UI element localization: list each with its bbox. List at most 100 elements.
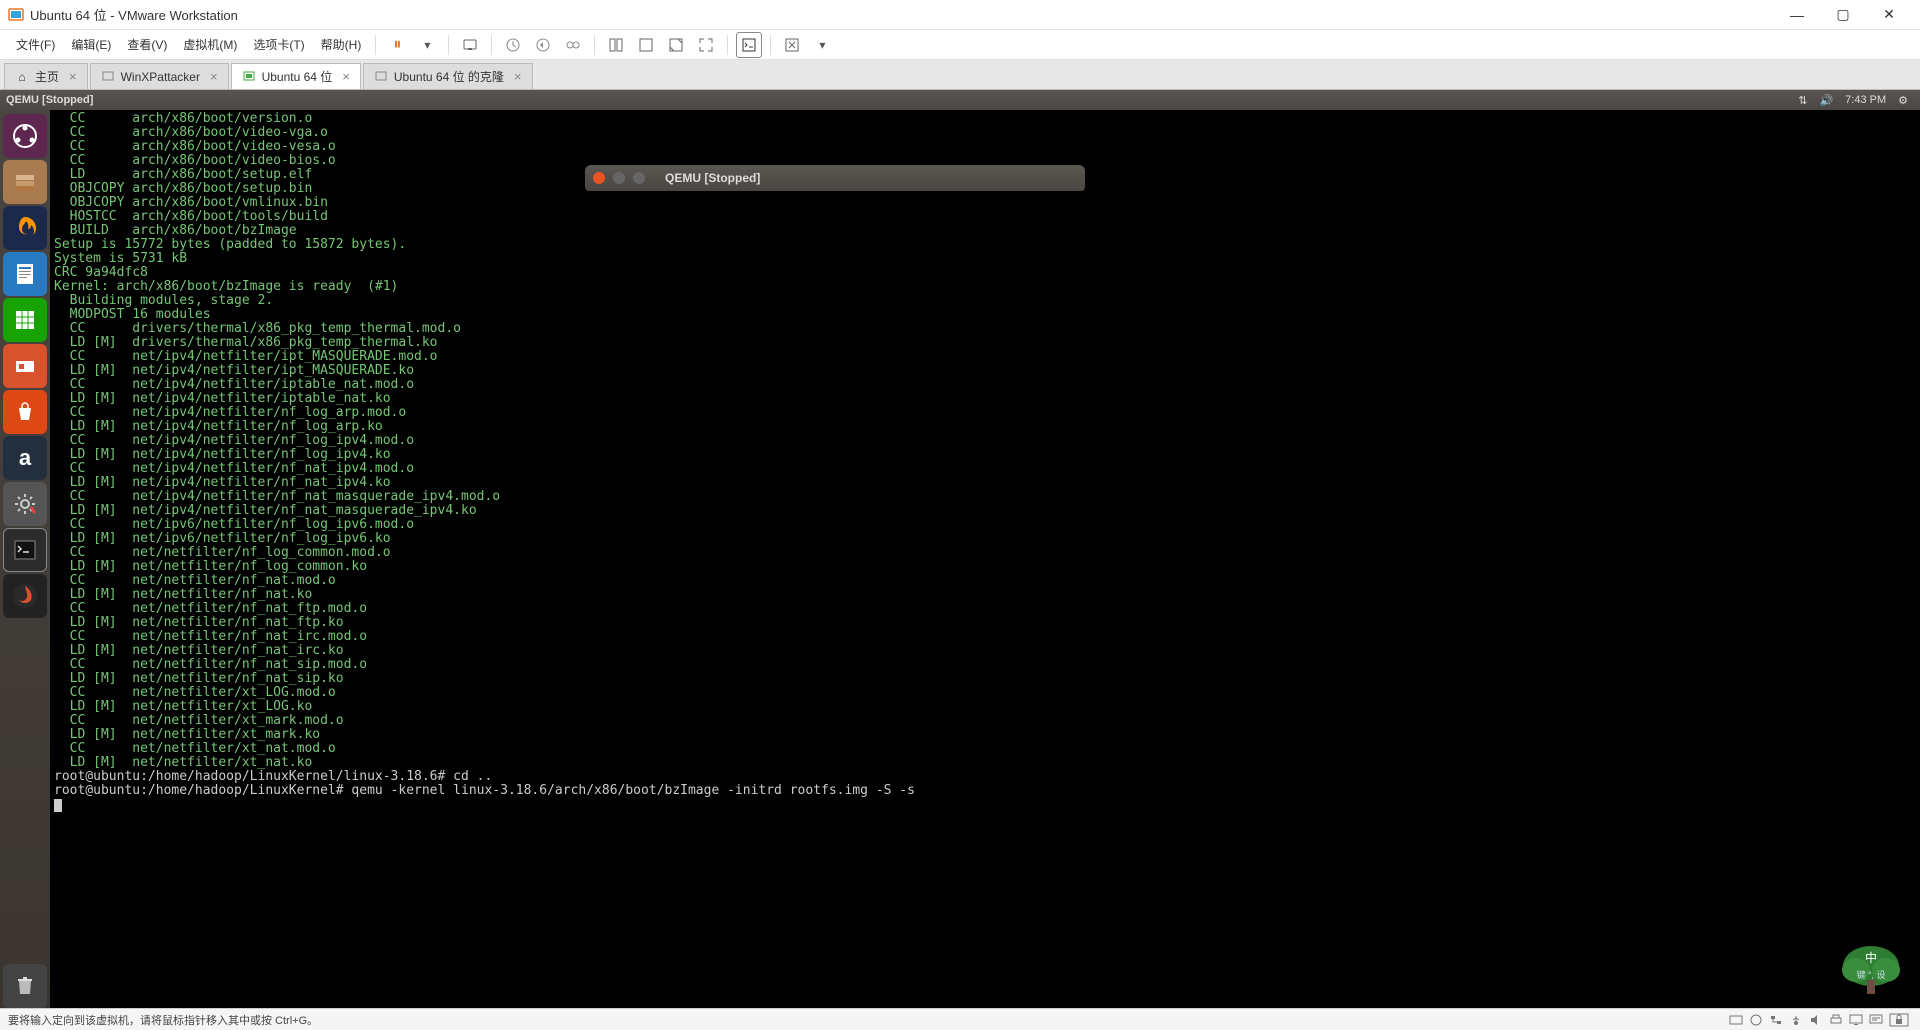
separator	[727, 35, 728, 55]
amazon-button[interactable]: a	[3, 436, 47, 480]
vm-icon	[101, 70, 115, 84]
terminal-line: CC drivers/thermal/x86_pkg_temp_thermal.…	[54, 322, 1916, 336]
terminal-line: LD [M] net/ipv4/netfilter/nf_nat_ipv4.ko	[54, 476, 1916, 490]
terminal-line: HOSTCC arch/x86/boot/tools/build	[54, 210, 1916, 224]
guest-display[interactable]: a CC arch/x86/boot/version.o CC arch/x86…	[0, 110, 1920, 1008]
fullscreen-button[interactable]	[779, 32, 805, 58]
view-unity-button[interactable]	[663, 32, 689, 58]
terminal-line: CC net/netfilter/xt_nat.mod.o	[54, 742, 1916, 756]
terminal-line: LD [M] net/netfilter/nf_log_common.ko	[54, 560, 1916, 574]
terminal-line: System is 5731 kB	[54, 252, 1916, 266]
view-fullscreen-exit-button[interactable]	[693, 32, 719, 58]
minimize-button[interactable]: ―	[1774, 0, 1820, 30]
snapshot-revert-button[interactable]	[530, 32, 556, 58]
terminal-output[interactable]: CC arch/x86/boot/version.o CC arch/x86/b…	[50, 110, 1920, 1008]
maximize-button[interactable]: ▢	[1820, 0, 1866, 30]
status-message: 要将输入定向到该虚拟机，请将鼠标指针移入其中或按 Ctrl+G。	[8, 1012, 1726, 1028]
window-minimize-icon[interactable]	[613, 172, 625, 184]
terminal-line: LD [M] net/ipv4/netfilter/iptable_nat.ko	[54, 392, 1916, 406]
pause-icon: ⏸	[393, 36, 401, 54]
terminal-line: BUILD arch/x86/boot/bzImage	[54, 224, 1916, 238]
terminal-line: LD [M] net/netfilter/nf_nat.ko	[54, 588, 1916, 602]
files-button[interactable]	[3, 160, 47, 204]
power-dropdown[interactable]: ▾	[414, 32, 440, 58]
impress-button[interactable]	[3, 344, 47, 388]
menu-help[interactable]: 帮助(H)	[313, 32, 370, 57]
clock[interactable]: 7:43 PM	[1845, 94, 1886, 106]
network-icon[interactable]: ⇅	[1798, 94, 1807, 107]
device-sound-icon[interactable]	[1807, 1012, 1825, 1028]
device-display-icon[interactable]	[1847, 1012, 1865, 1028]
tab-label: Ubuntu 64 位 的克隆	[394, 68, 504, 85]
menu-file[interactable]: 文件(F)	[8, 32, 63, 57]
window-close-icon[interactable]	[593, 172, 605, 184]
app-icon-generic[interactable]	[3, 574, 47, 618]
close-icon[interactable]: ×	[342, 69, 350, 84]
tab-ubuntu64[interactable]: Ubuntu 64 位 ×	[231, 63, 361, 89]
terminal-line: CC net/ipv4/netfilter/nf_log_arp.mod.o	[54, 406, 1916, 420]
active-window-title: QEMU [Stopped]	[6, 94, 1792, 106]
menu-vm[interactable]: 虚拟机(M)	[175, 32, 245, 57]
dash-button[interactable]	[3, 114, 47, 158]
console-view-button[interactable]	[736, 32, 762, 58]
writer-button[interactable]	[3, 252, 47, 296]
device-harddisk-icon[interactable]	[1727, 1012, 1745, 1028]
unity-launcher: a	[0, 110, 50, 1008]
tab-label: Ubuntu 64 位	[262, 68, 333, 85]
device-printer-icon[interactable]	[1827, 1012, 1845, 1028]
snapshot-button[interactable]	[500, 32, 526, 58]
terminal-line: MODPOST 16 modules	[54, 308, 1916, 322]
encryption-icon[interactable]	[1887, 1012, 1911, 1028]
menu-view[interactable]: 查看(V)	[119, 32, 175, 57]
window-maximize-icon[interactable]	[633, 172, 645, 184]
tab-winxp[interactable]: WinXPattacker ×	[90, 63, 229, 89]
device-cd-icon[interactable]	[1747, 1012, 1765, 1028]
terminal-line: CC net/netfilter/nf_nat.mod.o	[54, 574, 1916, 588]
terminal-line: CC arch/x86/boot/version.o	[54, 112, 1916, 126]
close-button[interactable]: ✕	[1866, 0, 1912, 30]
separator	[375, 35, 376, 55]
vm-icon	[374, 70, 388, 84]
terminal-line: CC net/netfilter/nf_nat_ftp.mod.o	[54, 602, 1916, 616]
terminal-line: LD [M] net/netfilter/nf_nat_irc.ko	[54, 644, 1916, 658]
device-network-icon[interactable]	[1767, 1012, 1785, 1028]
tab-label: 主页	[35, 68, 59, 85]
gear-icon[interactable]: ⚙	[1898, 94, 1908, 107]
snapshot-manager-button[interactable]	[560, 32, 586, 58]
view-single-button[interactable]	[603, 32, 629, 58]
fullscreen-dropdown[interactable]: ▾	[809, 32, 835, 58]
calc-button[interactable]	[3, 298, 47, 342]
terminal-button[interactable]	[3, 528, 47, 572]
message-log-icon[interactable]	[1867, 1012, 1885, 1028]
vm-running-icon	[242, 70, 256, 84]
terminal-line: CC net/ipv4/netfilter/ipt_MASQUERADE.mod…	[54, 350, 1916, 364]
ubuntu-top-panel: QEMU [Stopped] ⇅ 🔊 7:43 PM ⚙	[0, 90, 1920, 110]
sound-icon[interactable]: 🔊	[1819, 94, 1833, 107]
terminal-line: LD [M] net/ipv6/netfilter/nf_log_ipv6.ko	[54, 532, 1916, 546]
terminal-line: CRC 9a94dfc8	[54, 266, 1916, 280]
firefox-button[interactable]	[3, 206, 47, 250]
tab-label: WinXPattacker	[121, 70, 200, 84]
terminal-line: CC net/ipv4/netfilter/iptable_nat.mod.o	[54, 378, 1916, 392]
menu-tabs[interactable]: 选项卡(T)	[245, 32, 312, 57]
pause-vm-button[interactable]: ⏸	[384, 32, 410, 58]
device-usb-icon[interactable]	[1787, 1012, 1805, 1028]
close-icon[interactable]: ×	[514, 69, 522, 84]
terminal-line: LD [M] net/ipv4/netfilter/nf_nat_masquer…	[54, 504, 1916, 518]
software-center-button[interactable]	[3, 390, 47, 434]
close-icon[interactable]: ×	[210, 69, 218, 84]
window-title: Ubuntu 64 位 - VMware Workstation	[30, 5, 1774, 24]
menu-edit[interactable]: 编辑(E)	[63, 32, 119, 57]
trash-button[interactable]	[3, 964, 47, 1008]
terminal-line: CC net/ipv4/netfilter/nf_nat_ipv4.mod.o	[54, 462, 1916, 476]
terminal-line: LD [M] net/ipv4/netfilter/ipt_MASQUERADE…	[54, 364, 1916, 378]
settings-button[interactable]	[3, 482, 47, 526]
tab-ubuntu64-clone[interactable]: Ubuntu 64 位 的克隆 ×	[363, 63, 533, 89]
terminal-line: CC net/netfilter/nf_nat_sip.mod.o	[54, 658, 1916, 672]
view-split-button[interactable]	[633, 32, 659, 58]
close-icon[interactable]: ×	[69, 69, 77, 84]
tab-home[interactable]: ⌂ 主页 ×	[4, 63, 88, 89]
send-ctrl-alt-del-button[interactable]	[457, 32, 483, 58]
terminal-line: LD [M] net/netfilter/nf_nat_sip.ko	[54, 672, 1916, 686]
qemu-window[interactable]: QEMU [Stopped]	[585, 165, 1085, 191]
